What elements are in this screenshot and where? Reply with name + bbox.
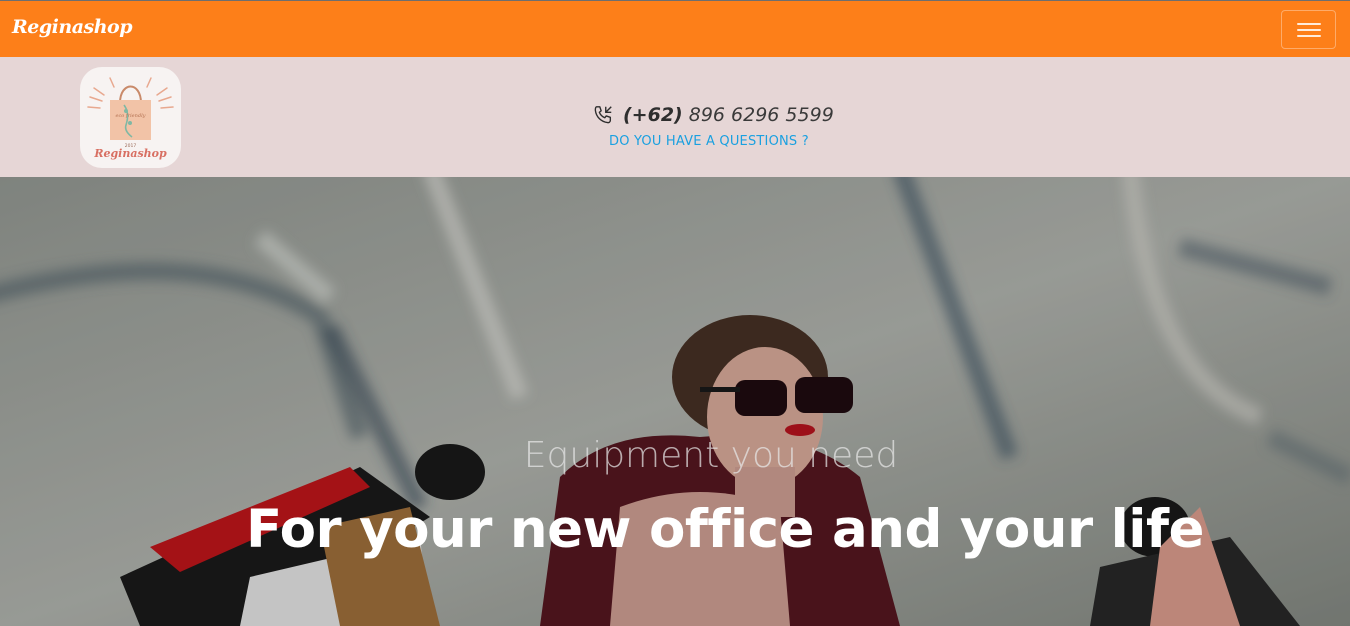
questions-link[interactable]: DO YOU HAVE A QUESTIONS ? (609, 134, 809, 149)
phone-contact[interactable]: (+62) 896 6296 5599 (592, 102, 834, 128)
hero-subtitle: Equipment you need (523, 435, 899, 476)
phone-call-icon (594, 106, 612, 124)
logo-brand-script: Reginashop (93, 147, 167, 160)
top-navbar: Reginashop (0, 0, 1350, 57)
phone-country-code: (+62) (623, 104, 683, 126)
navbar-toggle-button[interactable] (1281, 10, 1336, 49)
hero-banner: Equipment you need For your new office a… (0, 177, 1350, 626)
brand-logo-text[interactable]: Reginashop (12, 16, 132, 38)
tote-bag-logo-image: eco friendly 2017 Reginashop (87, 77, 174, 160)
logo-tagline: eco friendly (115, 113, 145, 119)
hero-title: For your new office and your life (246, 499, 1204, 560)
contact-header: eco friendly 2017 Reginashop (+62) 896 6… (0, 57, 1350, 177)
phone-number: 896 6296 5599 (688, 104, 834, 126)
shop-logo[interactable]: eco friendly 2017 Reginashop (80, 67, 181, 168)
